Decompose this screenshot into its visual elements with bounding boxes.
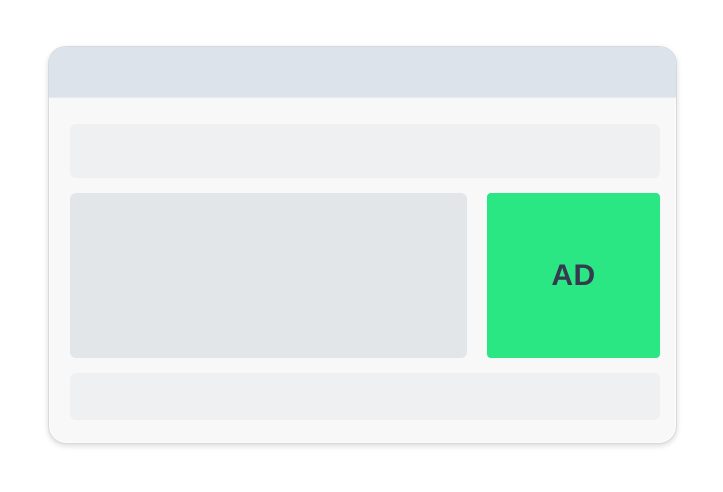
browser-window-mockup: AD — [48, 46, 677, 444]
ad-banner[interactable]: AD — [487, 193, 660, 358]
footer-placeholder — [70, 373, 660, 420]
ad-label: AD — [551, 258, 596, 292]
header-placeholder — [70, 124, 660, 178]
window-title-bar — [49, 47, 676, 98]
illustration-stage: AD — [0, 0, 723, 492]
main-content-placeholder — [70, 193, 467, 358]
